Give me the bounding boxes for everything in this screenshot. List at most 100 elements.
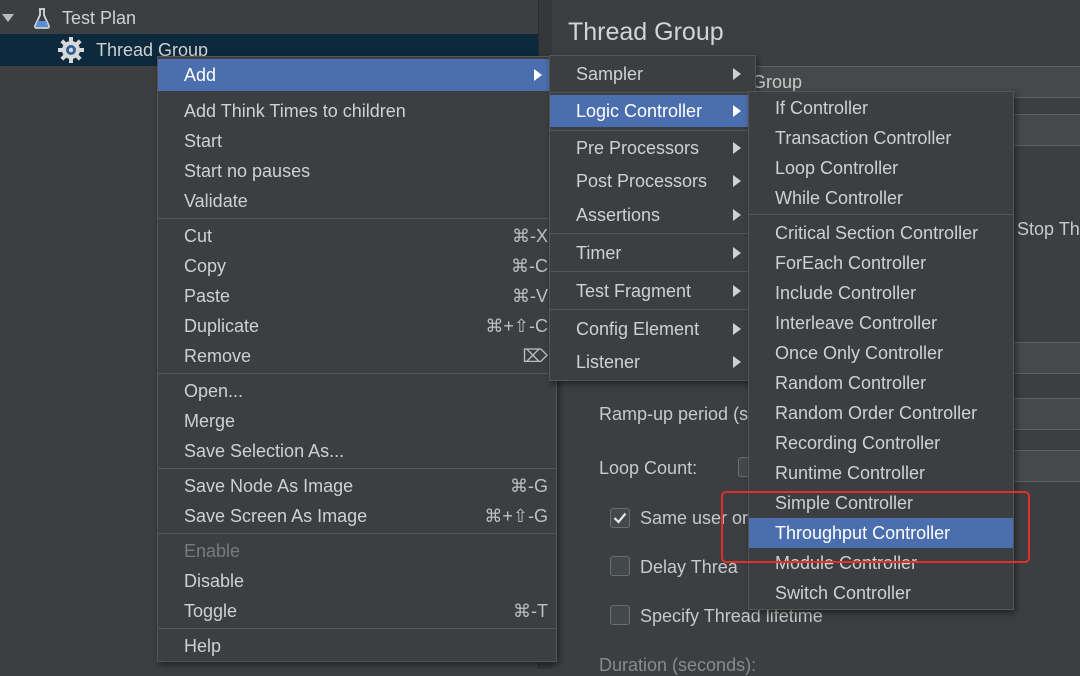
menu-item-if-controller[interactable]: If Controller: [749, 93, 1013, 123]
menu-item-label: Logic Controller: [576, 100, 703, 121]
panel-title: Thread Group: [568, 18, 724, 46]
menu-item-critical-section-controller[interactable]: Critical Section Controller: [749, 218, 1013, 248]
menu-item-test-fragment[interactable]: Test Fragment: [550, 276, 755, 306]
annotation-strike-line: [776, 561, 926, 563]
menu-item-label: Save Node As Image: [184, 475, 354, 496]
menu-item-toggle[interactable]: Toggle ⌘-T: [158, 596, 556, 626]
menu-item-save-screen-as-image[interactable]: Save Screen As Image ⌘+⇧-G: [158, 501, 556, 531]
menu-item-save-node-as-image[interactable]: Save Node As Image ⌘-G: [158, 471, 556, 501]
name-field-value: Group: [752, 72, 803, 92]
menu-item-logic-controller[interactable]: Logic Controller: [550, 95, 755, 127]
menu-item-label: Include Controller: [775, 282, 917, 303]
menu-item-post-processors[interactable]: Post Processors: [550, 166, 755, 196]
menu-item-label: Copy: [184, 255, 227, 276]
thread-lifetime-checkbox[interactable]: [610, 605, 630, 625]
submenu-arrow-icon: [733, 105, 741, 117]
menu-item-cut[interactable]: Cut ⌘-X: [158, 221, 556, 251]
menu-item-label: Pre Processors: [576, 137, 700, 158]
context-menu: Add Add Think Times to children Start St…: [157, 56, 557, 662]
menu-item-once-only-controller[interactable]: Once Only Controller: [749, 338, 1013, 368]
tree-item-test-plan[interactable]: Test Plan: [0, 3, 538, 33]
gear-icon: [58, 37, 84, 63]
menu-item-random-order-controller[interactable]: Random Order Controller: [749, 398, 1013, 428]
menu-item-label: Config Element: [576, 318, 700, 339]
menu-item-module-controller[interactable]: Module Controller: [749, 548, 1013, 578]
shortcut-label: ⌘-X: [512, 225, 548, 246]
menu-item-random-controller[interactable]: Random Controller: [749, 368, 1013, 398]
menu-item-label: Post Processors: [576, 170, 708, 191]
menu-item-open[interactable]: Open...: [158, 376, 556, 406]
submenu-arrow-icon: [733, 209, 741, 221]
menu-item-validate[interactable]: Validate: [158, 186, 556, 216]
menu-separator: [550, 271, 755, 272]
menu-item-start-no-pauses[interactable]: Start no pauses: [158, 156, 556, 186]
menu-item-remove[interactable]: Remove ⌦: [158, 341, 556, 371]
rampup-field[interactable]: [1008, 398, 1080, 430]
menu-item-interleave-controller[interactable]: Interleave Controller: [749, 308, 1013, 338]
menu-item-add-think-times[interactable]: Add Think Times to children: [158, 96, 556, 126]
menu-separator: [550, 92, 755, 93]
menu-item-loop-controller[interactable]: Loop Controller: [749, 153, 1013, 183]
menu-item-copy[interactable]: Copy ⌘-C: [158, 251, 556, 281]
menu-item-pre-processors[interactable]: Pre Processors: [550, 133, 755, 163]
shortcut-label: ⌘-G: [510, 475, 548, 496]
menu-item-switch-controller[interactable]: Switch Controller: [749, 578, 1013, 608]
menu-item-timer[interactable]: Timer: [550, 238, 755, 268]
loop-count-field[interactable]: [1008, 450, 1080, 482]
menu-item-paste[interactable]: Paste ⌘-V: [158, 281, 556, 311]
duration-label: Duration (seconds):: [599, 655, 757, 675]
menu-item-label: Add Think Times to children: [184, 100, 406, 121]
menu-item-enable: Enable: [158, 536, 556, 566]
menu-item-label: Random Order Controller: [775, 402, 978, 423]
logic-controller-submenu: If Controller Transaction Controller Loo…: [748, 91, 1014, 610]
menu-item-disable[interactable]: Disable: [158, 566, 556, 596]
menu-item-throughput-controller[interactable]: Throughput Controller: [749, 518, 1013, 548]
submenu-arrow-icon: [733, 247, 741, 259]
menu-item-assertions[interactable]: Assertions: [550, 200, 755, 230]
menu-item-merge[interactable]: Merge: [158, 406, 556, 436]
menu-item-label: Test Fragment: [576, 280, 692, 301]
flask-icon: [34, 8, 50, 29]
menu-item-label: Random Controller: [775, 372, 927, 393]
menu-item-label: Module Controller: [775, 552, 918, 573]
menu-item-label: Open...: [184, 380, 244, 401]
menu-item-while-controller[interactable]: While Controller: [749, 183, 1013, 213]
menu-item-label: Save Selection As...: [184, 440, 345, 461]
menu-item-start[interactable]: Start: [158, 126, 556, 156]
menu-item-label: Start no pauses: [184, 160, 311, 181]
menu-item-label: Enable: [184, 540, 241, 561]
stop-thread-option[interactable]: Stop Th: [1017, 219, 1080, 240]
delay-thread-checkbox[interactable]: [610, 556, 630, 576]
menu-separator: [158, 628, 556, 629]
menu-item-label: Switch Controller: [775, 582, 912, 603]
menu-item-save-selection-as[interactable]: Save Selection As...: [158, 436, 556, 466]
menu-item-runtime-controller[interactable]: Runtime Controller: [749, 458, 1013, 488]
menu-item-label: Recording Controller: [775, 432, 941, 453]
same-user-checkbox[interactable]: [610, 508, 630, 528]
menu-item-label: Once Only Controller: [775, 342, 944, 363]
menu-item-label: If Controller: [775, 97, 869, 118]
shortcut-label: ⌘-T: [513, 600, 548, 621]
menu-item-label: Validate: [184, 190, 248, 211]
menu-item-listener[interactable]: Listener: [550, 347, 755, 377]
expand-caret-icon[interactable]: [2, 14, 14, 22]
menu-item-add[interactable]: Add: [158, 59, 556, 91]
menu-item-label: Throughput Controller: [775, 522, 951, 543]
tree-item-label: Test Plan: [62, 7, 137, 28]
menu-item-label: Sampler: [576, 63, 644, 84]
menu-item-simple-controller[interactable]: Simple Controller: [749, 488, 1013, 518]
menu-item-sampler[interactable]: Sampler: [550, 59, 755, 89]
menu-item-transaction-controller[interactable]: Transaction Controller: [749, 123, 1013, 153]
menu-item-help[interactable]: Help: [158, 631, 556, 661]
menu-separator: [158, 373, 556, 374]
menu-item-duplicate[interactable]: Duplicate ⌘+⇧-C: [158, 311, 556, 341]
menu-separator: [550, 130, 755, 131]
checkmark-icon: [613, 512, 627, 524]
submenu-arrow-icon: [733, 175, 741, 187]
menu-item-recording-controller[interactable]: Recording Controller: [749, 428, 1013, 458]
menu-item-config-element[interactable]: Config Element: [550, 314, 755, 344]
threads-field[interactable]: [1008, 342, 1080, 374]
menu-item-include-controller[interactable]: Include Controller: [749, 278, 1013, 308]
menu-item-label: Simple Controller: [775, 492, 914, 513]
menu-item-foreach-controller[interactable]: ForEach Controller: [749, 248, 1013, 278]
